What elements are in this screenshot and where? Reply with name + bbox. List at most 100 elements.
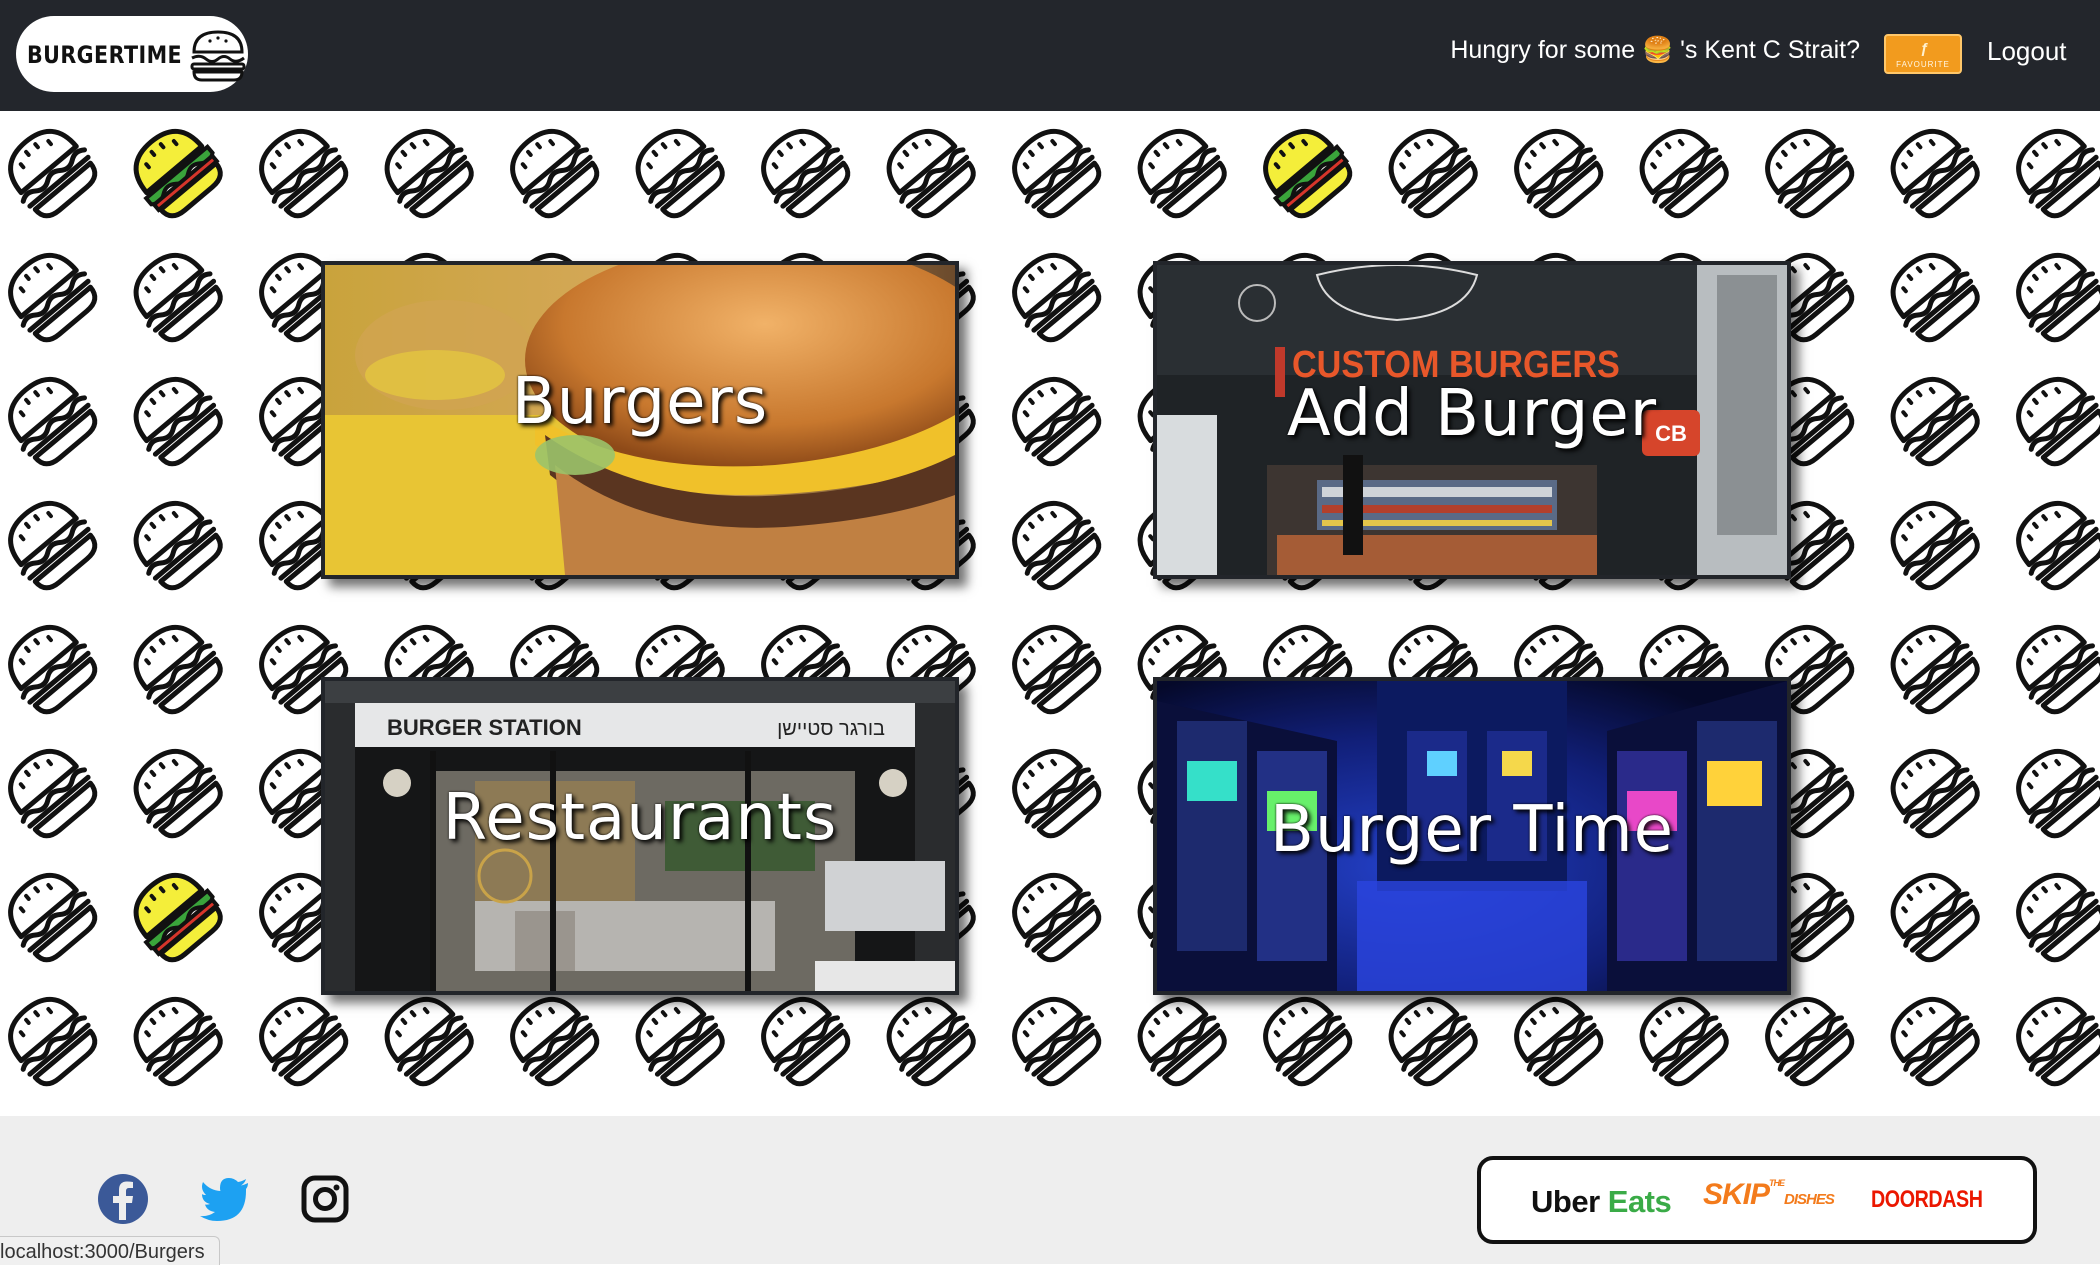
skip-the-label: THE xyxy=(1769,1178,1785,1188)
burger-outline-icon xyxy=(0,860,104,968)
burger-outline-icon xyxy=(1752,116,1861,224)
burger-outline-icon xyxy=(2003,612,2100,720)
burger-outline-icon xyxy=(0,736,104,844)
burger-outline-icon xyxy=(873,984,982,1092)
burger-outline-icon xyxy=(748,984,857,1092)
burger-outline-icon xyxy=(999,860,1108,968)
burger-outline-icon xyxy=(1501,116,1610,224)
burger-station-sign-text: BURGER STATION xyxy=(387,715,582,740)
burger-outline-icon xyxy=(246,984,355,1092)
burger-outline-icon xyxy=(0,116,104,224)
burger-outline-icon xyxy=(1375,984,1484,1092)
uber-eats-logo[interactable]: Uber Eats xyxy=(1531,1184,1672,1220)
burger-station-hebrew-text: בורגר סטיישן xyxy=(777,718,885,740)
burger-outline-icon xyxy=(999,240,1108,348)
footer: Uber Eats SKIPTHE DISHES DOORDASH xyxy=(0,1116,2100,1264)
burger-outline-icon xyxy=(120,612,229,720)
burger-outline-icon xyxy=(2003,116,2100,224)
burger-emoji-icon: 🍔 xyxy=(1642,36,1674,64)
burger-outline-icon xyxy=(1124,116,1233,224)
burger-outline-icon xyxy=(0,240,104,348)
burger-outline-icon xyxy=(371,116,480,224)
burger-outline-icon xyxy=(0,364,104,472)
burger-outline-icon xyxy=(0,984,104,1092)
restaurants-card-title: Restaurants xyxy=(442,781,838,855)
burger-outline-icon xyxy=(1375,116,1484,224)
burger-logo-icon xyxy=(190,30,246,82)
doordash-logo[interactable]: DOORDASH xyxy=(1871,1186,1983,1214)
burger-outline-icon xyxy=(0,612,104,720)
home-logo-link[interactable]: BURGERTIME xyxy=(16,16,248,92)
burger-outline-icon xyxy=(1877,860,1986,968)
burger-outline-icon xyxy=(120,364,229,472)
burger-outline-icon xyxy=(999,116,1108,224)
burger-outline-icon xyxy=(999,984,1108,1092)
navbar: BURGERTIME Hungry for some 🍔 's Kent C S… xyxy=(0,0,2100,111)
burger-outline-icon xyxy=(1877,612,1986,720)
burger-outline-icon xyxy=(120,240,229,348)
burger-outline-icon xyxy=(371,984,480,1092)
facebook-icon[interactable] xyxy=(96,1172,150,1226)
delivery-partners: Uber Eats SKIPTHE DISHES DOORDASH xyxy=(1477,1156,2037,1244)
burgers-card-title: Burgers xyxy=(511,365,769,439)
burger-outline-icon xyxy=(497,984,606,1092)
burger-outline-icon xyxy=(2003,984,2100,1092)
colored-burger-icon xyxy=(120,860,229,968)
burger-outline-icon xyxy=(622,116,731,224)
burger-outline-icon xyxy=(246,116,355,224)
eats-label: Eats xyxy=(1607,1184,1672,1219)
logo-text: BURGERTIME xyxy=(27,41,183,69)
burger-outline-icon xyxy=(1124,984,1233,1092)
burger-outline-icon xyxy=(2003,860,2100,968)
instagram-icon[interactable] xyxy=(298,1172,352,1226)
twitter-icon[interactable] xyxy=(198,1172,252,1226)
skip-dishes-label: DISHES xyxy=(1784,1191,1835,1208)
burger-outline-icon xyxy=(2003,364,2100,472)
burger-outline-icon xyxy=(999,736,1108,844)
burger-outline-icon xyxy=(120,488,229,596)
colored-burger-icon xyxy=(120,116,229,224)
burger-outline-icon xyxy=(1626,984,1735,1092)
burger-time-card-title: Burger Time xyxy=(1270,793,1674,867)
uber-label: Uber xyxy=(1531,1184,1600,1219)
favourite-icon: ƒ xyxy=(1920,40,1930,57)
burger-outline-icon xyxy=(999,488,1108,596)
burger-outline-icon xyxy=(873,116,982,224)
burger-outline-icon xyxy=(1250,984,1359,1092)
burger-outline-icon xyxy=(1752,984,1861,1092)
greeting-suffix: 's Kent C Strait? xyxy=(1673,36,1860,64)
burger-outline-icon xyxy=(1877,736,1986,844)
logout-link[interactable]: Logout xyxy=(1987,36,2067,67)
burger-outline-icon xyxy=(2003,736,2100,844)
add-burger-card-title: Add Burger xyxy=(1286,377,1658,451)
restaurants-card[interactable]: BURGER STATION בורגר סטיישן Restaurants xyxy=(321,677,959,995)
doordash-label: DOORDASH xyxy=(1871,1186,1983,1213)
skip-label: SKIP xyxy=(1703,1178,1770,1211)
favourite-label: FAVOURITE xyxy=(1896,60,1950,69)
add-burger-card[interactable]: CB CUSTOM BURGERS Add Burger xyxy=(1153,261,1791,579)
burger-outline-icon xyxy=(497,116,606,224)
burger-outline-icon xyxy=(999,612,1108,720)
burger-outline-icon xyxy=(1877,116,1986,224)
burger-time-card[interactable]: Burger Time xyxy=(1153,677,1791,995)
burger-outline-icon xyxy=(622,984,731,1092)
greeting-text: Hungry for some 🍔 's Kent C Strait? xyxy=(1450,36,1860,65)
skip-the-dishes-logo[interactable]: SKIPTHE DISHES xyxy=(1703,1178,1835,1212)
burger-outline-icon xyxy=(2003,240,2100,348)
burger-outline-icon xyxy=(1626,116,1735,224)
burgers-card[interactable]: Burgers xyxy=(321,261,959,579)
burger-outline-icon xyxy=(1877,240,1986,348)
burger-outline-icon xyxy=(0,488,104,596)
colored-burger-icon xyxy=(1250,116,1359,224)
favourite-button[interactable]: ƒ FAVOURITE xyxy=(1884,34,1962,74)
burger-outline-icon xyxy=(120,736,229,844)
burger-outline-icon xyxy=(748,116,857,224)
burger-outline-icon xyxy=(1877,364,1986,472)
burger-outline-icon xyxy=(999,364,1108,472)
link-status-bar: localhost:3000/Burgers xyxy=(0,1236,220,1265)
burger-outline-icon xyxy=(120,984,229,1092)
burger-outline-icon xyxy=(2003,488,2100,596)
burger-outline-icon xyxy=(1877,488,1986,596)
burger-outline-icon xyxy=(1501,984,1610,1092)
greeting-prefix: Hungry for some xyxy=(1450,36,1643,64)
